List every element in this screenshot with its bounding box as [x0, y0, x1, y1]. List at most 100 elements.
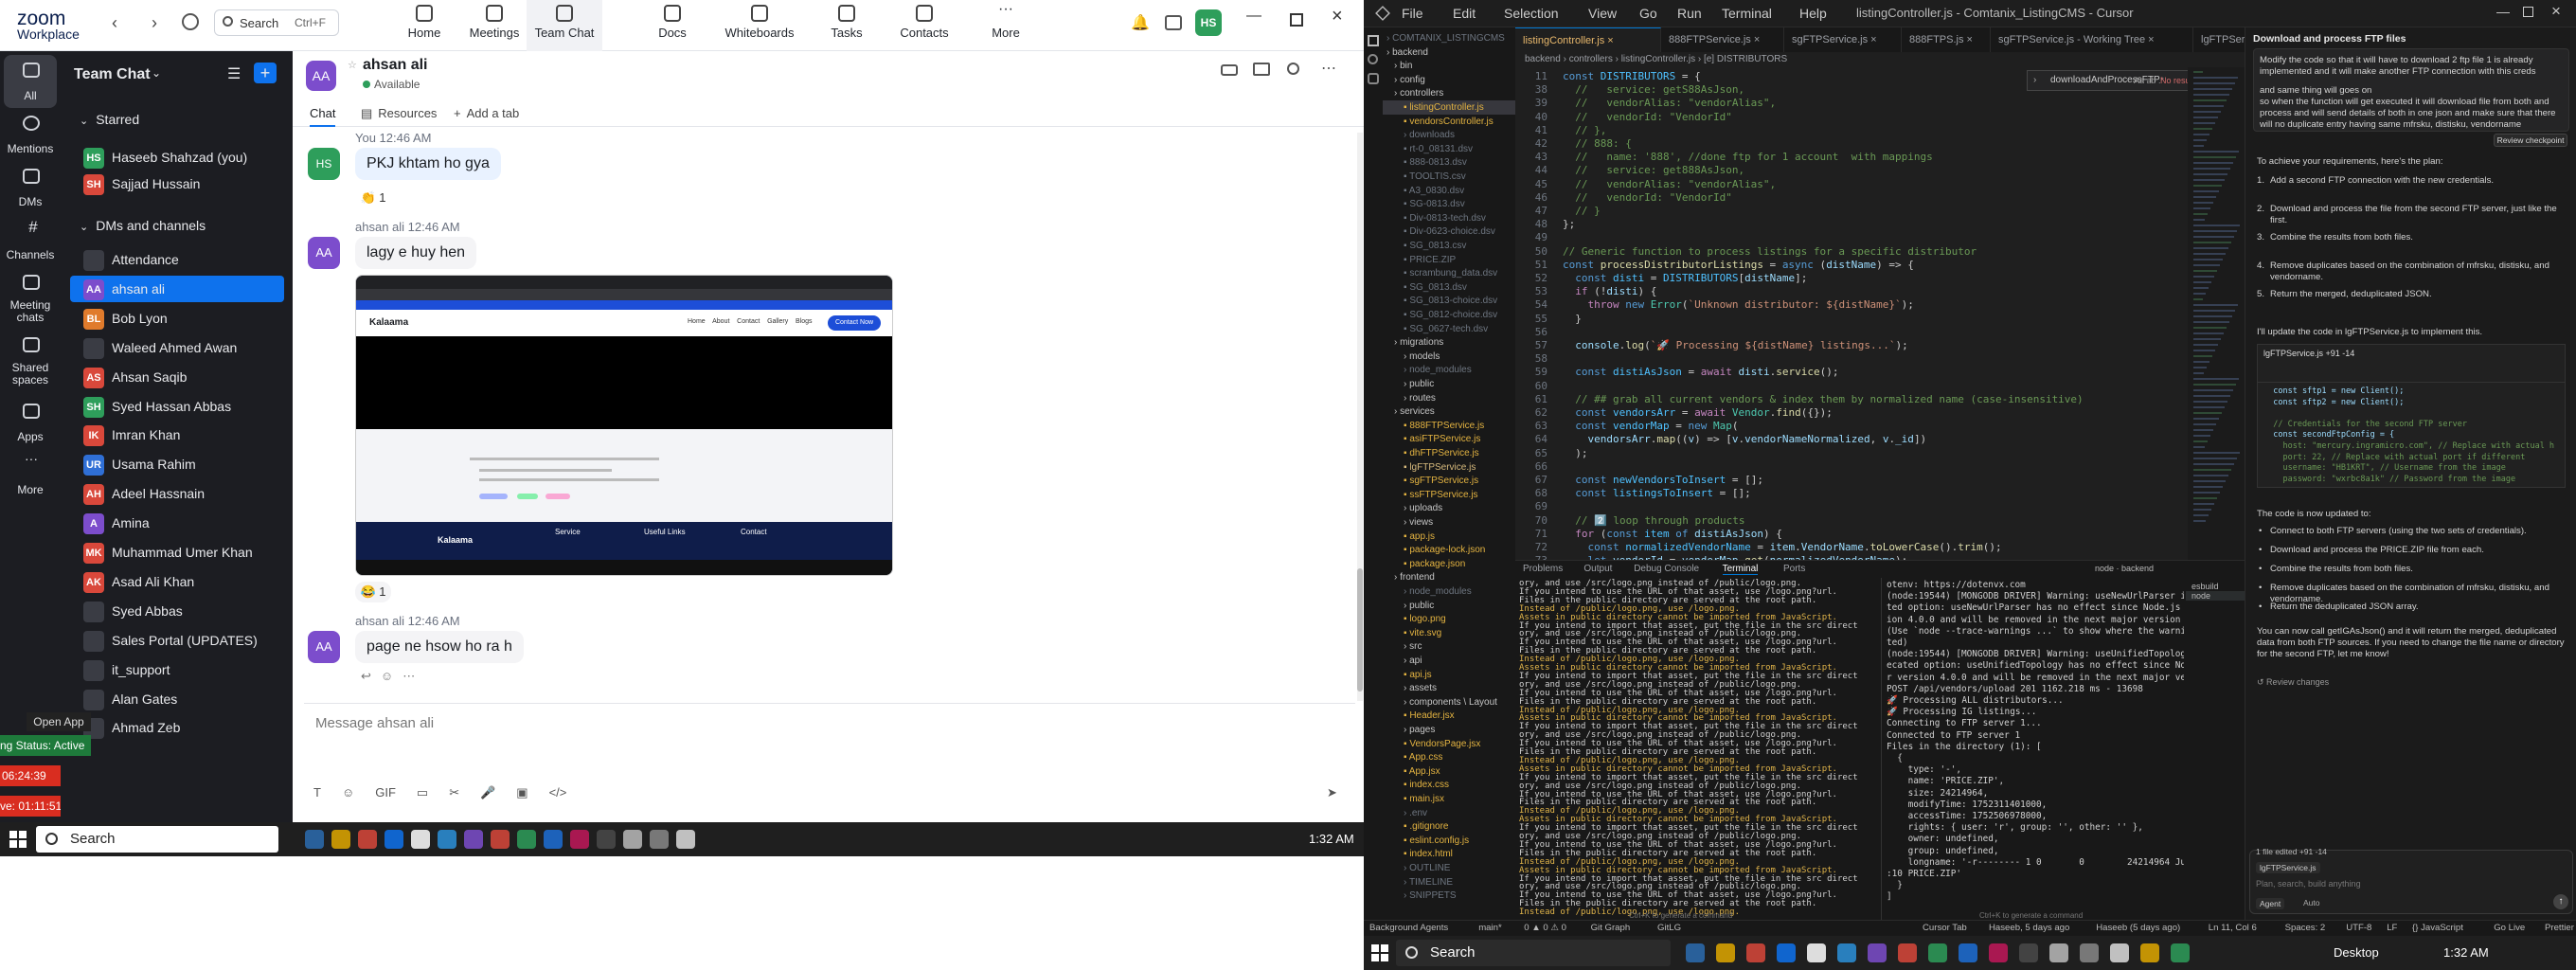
taskbar-app-icon[interactable] [2049, 943, 2068, 962]
back-icon[interactable]: ‹ [112, 13, 117, 33]
editor-tab[interactable]: 888FTPS.js × [1902, 27, 1991, 52]
code-line[interactable]: 46 // vendorId: "VendorId" [1515, 190, 2121, 205]
folder-item[interactable]: › node_modules [1383, 584, 1472, 599]
file-item[interactable]: ▪ scrambung_data.dsv [1383, 266, 1497, 280]
taskbar-app-icon[interactable] [1959, 943, 1977, 962]
nav-contacts[interactable]: Contacts [886, 0, 962, 51]
rail-channels[interactable]: # Channels [4, 214, 57, 267]
code-line[interactable]: 62 const vendorsArr = await Vendor.find(… [1515, 405, 2121, 420]
taskbar-app-icon[interactable] [2140, 943, 2159, 962]
status-item[interactable]: Go Live [2494, 923, 2525, 933]
file-item[interactable]: ▪ Header.jsx [1383, 709, 1455, 723]
file-item[interactable]: ▪ index.css [1383, 778, 1449, 792]
file-item[interactable]: ▪ 888-0813.dsv [1383, 155, 1467, 170]
taskbar-app-icon[interactable] [331, 830, 350, 849]
message-input[interactable]: Message ahsan ali [315, 715, 434, 731]
chevron-down-icon[interactable]: ⌄ [152, 66, 161, 80]
taskbar-app-icon[interactable] [358, 830, 377, 849]
taskbar-app-icon[interactable] [438, 830, 456, 849]
file-item[interactable]: ▪ eslint.config.js [1383, 834, 1469, 848]
starred-item[interactable]: HS Haseeb Shahzad (you) [70, 144, 284, 171]
dm-item[interactable]: MK Muhammad Umer Khan [70, 539, 284, 566]
file-item[interactable]: ▪ Div-0813-tech.dsv [1383, 211, 1486, 225]
rail-dms[interactable]: DMs [4, 161, 57, 214]
file-item[interactable]: ▪ ssFTPService.js [1383, 488, 1478, 502]
file-item[interactable]: ▪ SG_0813.dsv [1383, 280, 1467, 295]
close-icon[interactable]: × [1332, 6, 1343, 27]
dm-item[interactable]: Ahmad Zeb [70, 714, 284, 741]
contact-name[interactable]: ahsan ali [363, 57, 427, 74]
taskbar-app-icon[interactable] [597, 830, 616, 849]
code-line[interactable]: 41 // }, [1515, 123, 2121, 137]
nav-whiteboards[interactable]: Whiteboards [722, 0, 797, 51]
folder-item[interactable]: › pages [1383, 723, 1435, 737]
code-line[interactable]: 53 if (!disti) { [1515, 284, 2121, 298]
close-icon[interactable]: × [1967, 34, 1973, 45]
code-block-header[interactable]: lgFTPService.js +91 -14 [2257, 344, 2566, 382]
menu-item[interactable]: Edit [1453, 6, 1476, 21]
message-bubble[interactable]: page ne hsow ho ra h [355, 631, 524, 663]
folder-item[interactable]: › api [1383, 654, 1422, 668]
taskbar-app-icon[interactable] [1716, 943, 1735, 962]
model-selector[interactable]: Auto [2303, 898, 2320, 907]
code-line[interactable]: 44 // service: get888AsJson, [1515, 163, 2121, 177]
message-composer[interactable]: Message ahsan ali T ☺ GIF ▭ ✂ 🎤 ▣ </> ➤ [304, 703, 1355, 813]
open-app-button[interactable]: Open App [27, 712, 91, 731]
folder-item[interactable]: › TIMELINE [1383, 875, 1453, 889]
taskbar-app-icon[interactable] [1868, 943, 1887, 962]
file-item[interactable]: ▪ SG_0627-tech.dsv [1383, 322, 1488, 336]
taskbar-app-icon[interactable] [1837, 943, 1856, 962]
code-file-label[interactable]: lgFTPService.js +91 -14 [2263, 349, 2354, 358]
code-line[interactable]: 73 let vendorId = vendorMap.get(normaliz… [1515, 553, 2121, 560]
dm-item[interactable]: AH Adeel Hassnain [70, 480, 284, 507]
send-icon[interactable]: ↑ [2553, 894, 2568, 909]
composer-tool[interactable]: ☺ [342, 785, 354, 799]
file-item[interactable]: ▪ .gitignore [1383, 819, 1448, 834]
emoji-icon[interactable]: ☺ [381, 669, 402, 683]
panel-tab[interactable]: Problems [1523, 564, 1563, 574]
taskbar-search[interactable]: Search [1396, 940, 1671, 966]
code-line[interactable]: 49 [1515, 230, 2121, 244]
terminal-selector[interactable]: node · backend [2095, 564, 2154, 573]
editor-tab[interactable]: 888FTPService.js × [1661, 27, 1784, 52]
file-item[interactable]: ▪ rt-0_08131.dsv [1383, 142, 1473, 156]
code-line[interactable]: 66 [1515, 459, 2121, 474]
dm-item[interactable]: Waleed Ahmed Awan [70, 334, 284, 361]
status-item[interactable]: Haseeb (5 days ago) [2096, 923, 2180, 933]
code-line[interactable]: 55 } [1515, 312, 2121, 326]
taskbar-app-icon[interactable] [517, 830, 536, 849]
message-avatar[interactable]: AA [308, 631, 340, 663]
status-item[interactable]: Background Agents [1369, 923, 1448, 933]
composer-tool[interactable]: T [313, 785, 321, 799]
code-line[interactable]: 43 // name: '888', //done ftp for 1 acco… [1515, 150, 2121, 164]
tab-resources[interactable]: ▤ Resources [361, 106, 437, 121]
taskbar-app-icon[interactable] [385, 830, 403, 849]
send-icon[interactable]: ➤ [1327, 785, 1337, 800]
dm-item[interactable]: AS Ahsan Saqib [70, 364, 284, 390]
file-item[interactable]: ▪ SG_0812-choice.dsv [1383, 308, 1497, 322]
file-item[interactable]: ▪ vite.svg [1383, 626, 1441, 640]
reaction-chip[interactable]: 👏 1 [355, 188, 391, 208]
status-item[interactable]: LF [2387, 923, 2397, 933]
status-item[interactable]: Spaces: 2 [2285, 923, 2326, 933]
status-item[interactable]: Cursor Tab [1923, 923, 1967, 933]
status-item[interactable]: Git Graph [1591, 923, 1631, 933]
taskbar-search[interactable]: Search [36, 826, 278, 853]
dm-item[interactable]: Syed Abbas [70, 598, 284, 624]
taskbar-app-icon[interactable] [1928, 943, 1947, 962]
menu-item[interactable]: Terminal [1722, 6, 1772, 21]
composer-tool[interactable]: 🎤 [480, 785, 495, 799]
status-item[interactable]: GitLG [1657, 923, 1681, 933]
message-avatar[interactable]: HS [308, 148, 340, 180]
taskbar-app-icon[interactable] [570, 830, 589, 849]
dm-item[interactable]: Attendance [70, 246, 284, 273]
file-item[interactable]: ▪ 888FTPService.js [1383, 419, 1484, 433]
close-icon[interactable]: × [2551, 2, 2561, 21]
menu-item[interactable]: Help [1799, 6, 1827, 21]
dm-item[interactable]: Alan Gates [70, 686, 284, 712]
user-prompt-card[interactable]: Modify the code so that it will have to … [2253, 48, 2569, 132]
file-item[interactable]: ▪ dhFTPService.js [1383, 446, 1479, 460]
file-item[interactable]: ▪ logo.png [1383, 612, 1446, 626]
code-line[interactable]: 42 // 888: { [1515, 136, 2121, 151]
code-line[interactable]: 64 vendorsArr.map((v) => [v.vendorNameNo… [1515, 432, 2121, 446]
